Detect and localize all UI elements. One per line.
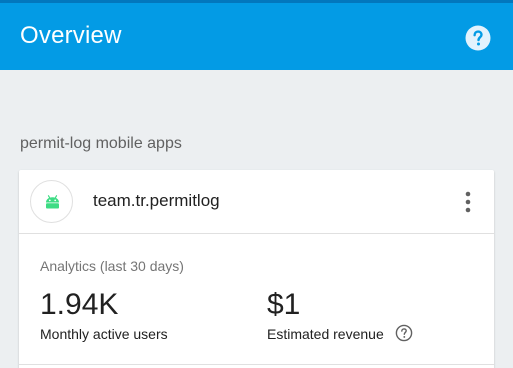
estimated-revenue-label: Estimated revenue [267,326,384,342]
analytics-label: Analytics (last 30 days) [40,258,184,274]
monthly-active-users-label: Monthly active users [40,326,168,342]
page-title: Overview [20,22,122,49]
app-card[interactable]: team.tr.permitlog Analytics (last 30 day… [19,170,494,368]
section-heading: permit-log mobile apps [20,135,182,152]
card-divider [19,364,494,365]
help-outline-icon[interactable] [395,324,413,342]
android-icon [30,180,73,223]
more-vert-icon[interactable] [459,189,477,215]
app-card-header: team.tr.permitlog [19,170,494,234]
monthly-active-users-value: 1.94K [40,288,119,321]
firebase-overview-page: Overview permit-log mobile apps team.tr.… [0,0,513,368]
app-name[interactable]: team.tr.permitlog [93,191,220,211]
top-app-bar: Overview [0,0,513,70]
help-circle-icon[interactable] [465,25,491,51]
estimated-revenue-value: $1 [267,288,301,321]
